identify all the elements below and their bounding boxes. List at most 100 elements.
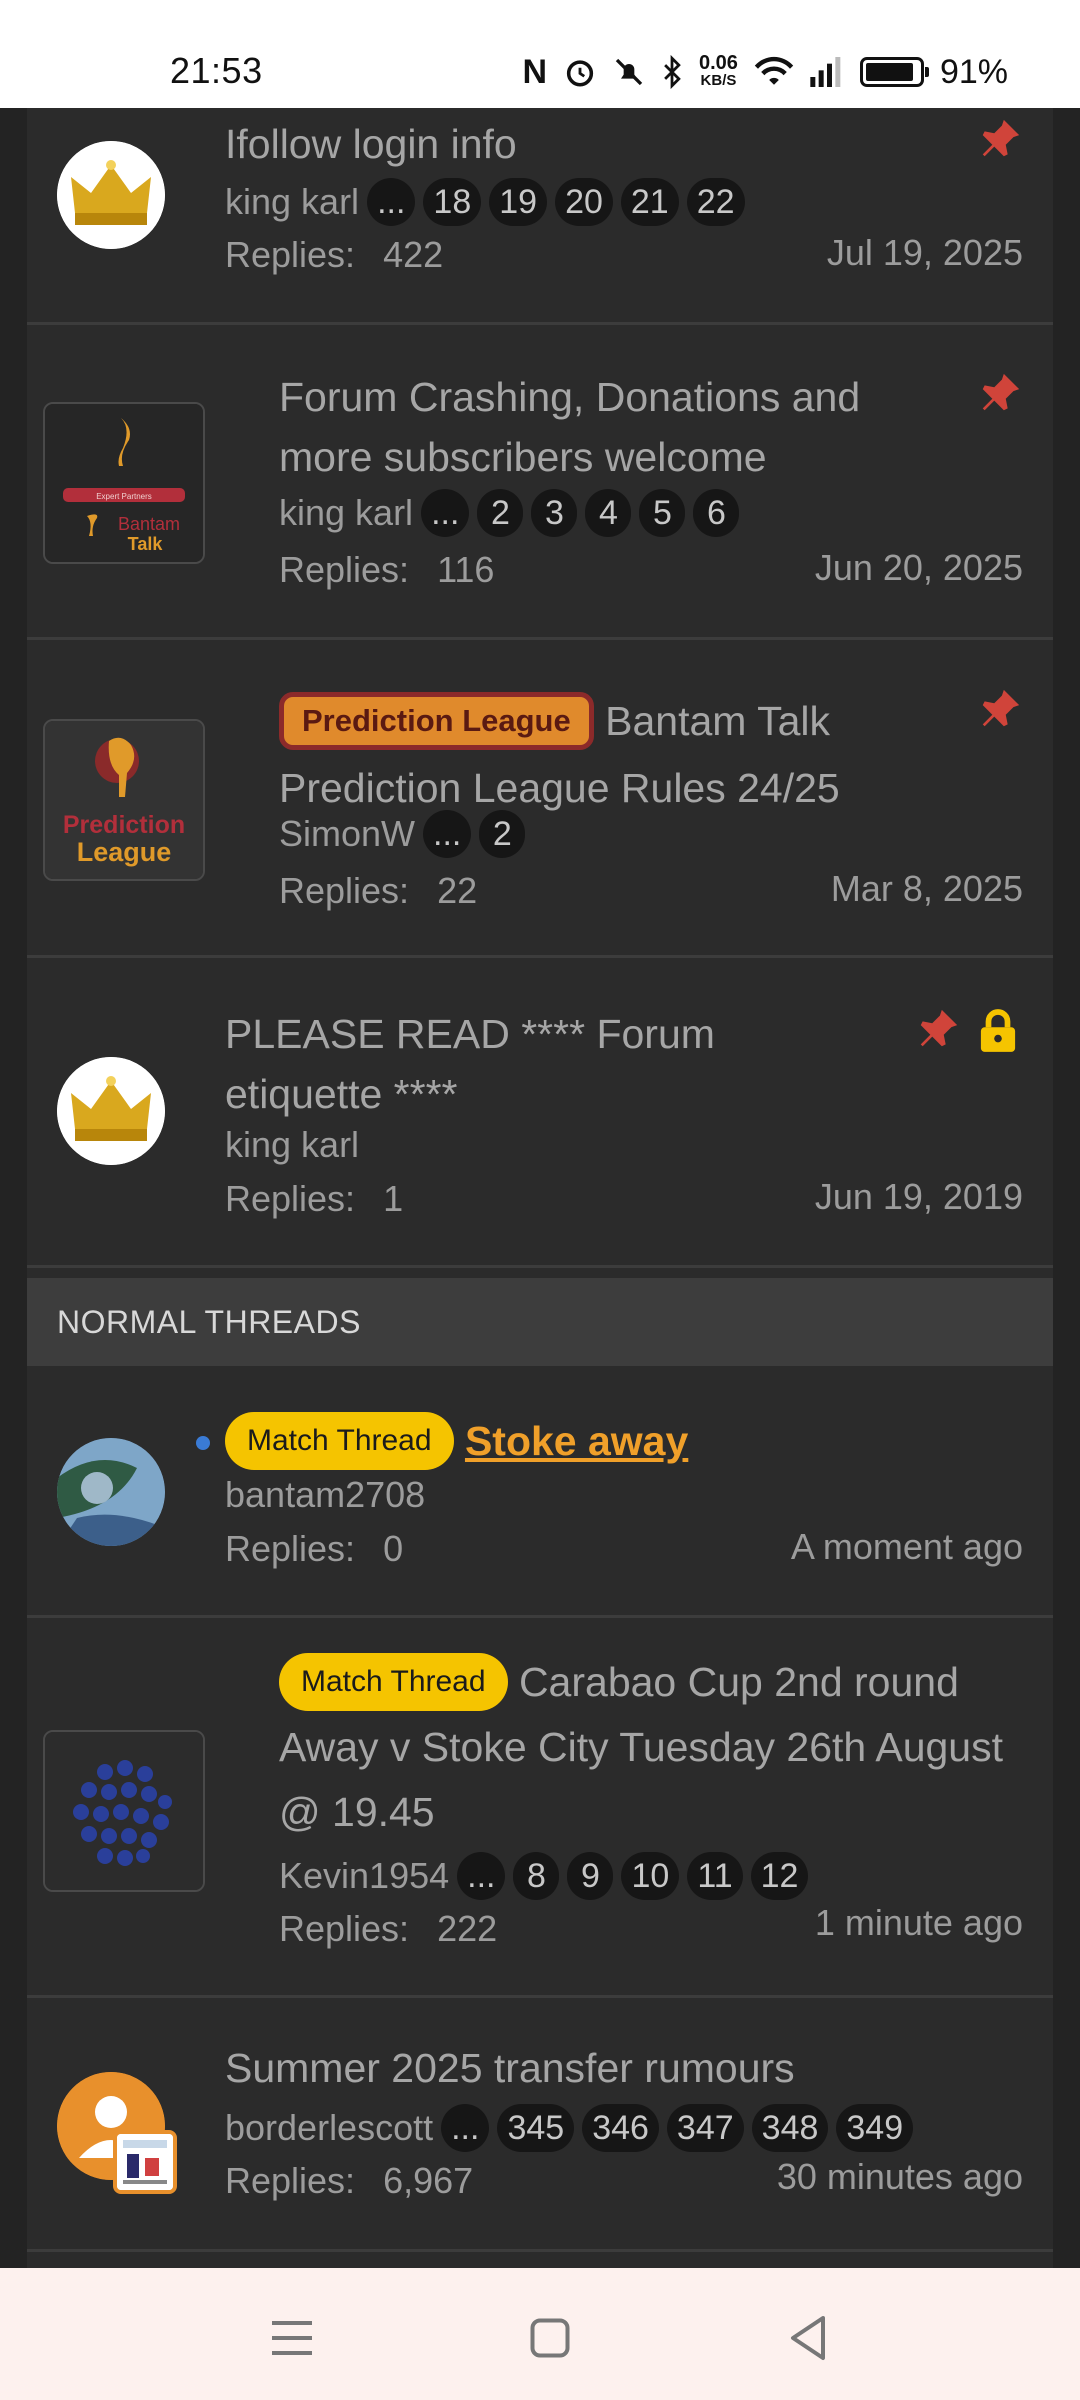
- thread-item[interactable]: Ifollow login info king karl ... 18 19 2…: [27, 108, 1053, 325]
- page-link[interactable]: 21: [620, 178, 679, 226]
- thread-item[interactable]: Expert Partners Bantam Talk Forum Crashi…: [27, 325, 1053, 640]
- page-link[interactable]: 2: [479, 810, 526, 858]
- thread-meta: borderlescott ... 345 346 347 348 349: [225, 2104, 914, 2152]
- thread-replies: Replies: 0: [225, 1528, 404, 1569]
- thread-title[interactable]: Forum Crashing, Donations and more subsc…: [279, 367, 959, 487]
- thread-date[interactable]: 1 minute ago: [815, 1902, 1023, 1944]
- page-link[interactable]: 5: [639, 489, 686, 537]
- thread-title[interactable]: Summer 2025 transfer rumours: [225, 2038, 795, 2098]
- thread-replies: Replies: 22: [279, 870, 478, 911]
- page-link[interactable]: 8: [513, 1852, 560, 1900]
- page-link[interactable]: 346: [582, 2104, 659, 2152]
- avatar-text: Talk: [128, 534, 164, 554]
- mute-icon: [615, 58, 643, 86]
- battery-icon: [859, 57, 929, 87]
- thread-author[interactable]: king karl: [225, 1124, 359, 1166]
- prefix-tag[interactable]: Match Thread: [279, 1653, 508, 1712]
- bluetooth-icon: [664, 55, 681, 89]
- thread-title[interactable]: Match Thread Carabao Cup 2nd round Away …: [279, 1648, 1039, 1844]
- thread-date[interactable]: Jun 19, 2019: [815, 1176, 1023, 1218]
- page-link[interactable]: 20: [555, 178, 613, 226]
- thread-meta: king karl: [225, 1124, 359, 1166]
- page-jump[interactable]: ...: [423, 810, 472, 858]
- lock-icon: [980, 1009, 1016, 1052]
- page-link[interactable]: 3: [531, 489, 578, 537]
- menu-icon[interactable]: [262, 2308, 322, 2368]
- page-jump[interactable]: ...: [367, 178, 416, 226]
- page-link[interactable]: 6: [693, 489, 740, 537]
- page-link[interactable]: 348: [751, 2104, 829, 2152]
- page-jump[interactable]: ...: [441, 2104, 490, 2152]
- avatar-bantam-talk[interactable]: Expert Partners Bantam Talk: [43, 402, 205, 564]
- system-nav-bar: [0, 2268, 1080, 2400]
- battery-percent: 91%: [939, 52, 1008, 91]
- thread-author[interactable]: king karl: [279, 492, 413, 534]
- avatar-text: League: [77, 837, 172, 867]
- page-link[interactable]: 349: [836, 2104, 914, 2152]
- prefix-tag[interactable]: Prediction League: [279, 692, 594, 751]
- network-speed: 0.06 KB/S: [699, 52, 738, 89]
- page-jump[interactable]: ...: [421, 489, 470, 537]
- thread-replies: Replies: 6,967: [225, 2160, 474, 2201]
- wifi-icon: [754, 56, 794, 85]
- page-link[interactable]: 19: [489, 178, 548, 226]
- avatar-text: Bantam: [118, 514, 180, 534]
- prefix-tag[interactable]: Match Thread: [225, 1412, 454, 1471]
- thread-meta: king karl ... 18 19 20 21 22: [225, 178, 745, 226]
- thread-title-text[interactable]: Stoke away: [465, 1418, 688, 1464]
- avatar-text: Expert Partners: [96, 492, 152, 501]
- thread-author[interactable]: Kevin1954: [279, 1855, 449, 1897]
- thread-meta: SimonW ... 2: [279, 810, 526, 858]
- page-link[interactable]: 345: [497, 2104, 575, 2152]
- avatar-crown[interactable]: [57, 141, 165, 249]
- avatar-prediction-league[interactable]: Prediction League: [43, 719, 205, 881]
- page-link[interactable]: 12: [750, 1852, 809, 1900]
- nfc-icon: N: [522, 52, 547, 91]
- avatar-kevin[interactable]: [43, 1730, 205, 1892]
- thread-item[interactable]: Prediction League Prediction League Bant…: [27, 640, 1053, 958]
- avatar-user[interactable]: [57, 1438, 165, 1546]
- thread-title[interactable]: Ifollow login info: [225, 114, 517, 174]
- thread-author[interactable]: king karl: [225, 181, 359, 223]
- page-link[interactable]: 9: [567, 1852, 614, 1900]
- page-link[interactable]: 4: [585, 489, 632, 537]
- thread-author[interactable]: SimonW: [279, 813, 415, 855]
- page-link[interactable]: 347: [666, 2104, 744, 2152]
- thread-item[interactable]: Match Thread Stoke away bantam2708 Repli…: [27, 1366, 1053, 1618]
- status-time: 21:53: [170, 50, 263, 91]
- thread-date[interactable]: 30 minutes ago: [777, 2156, 1023, 2198]
- page-link[interactable]: 22: [686, 178, 745, 226]
- thread-date[interactable]: Jul 19, 2025: [827, 232, 1023, 274]
- page-link[interactable]: 2: [477, 489, 524, 537]
- page-link[interactable]: 18: [423, 178, 482, 226]
- thread-date[interactable]: Jun 20, 2025: [815, 547, 1023, 589]
- signal-icon: [810, 57, 841, 87]
- thread-item[interactable]: Summer 2025 transfer rumours borderlesco…: [27, 1998, 1053, 2252]
- thread-item[interactable]: PLEASE READ **** Forum etiquette **** ki…: [27, 958, 1053, 1268]
- avatar-badge: [113, 2130, 177, 2194]
- pin-icon: [982, 119, 1020, 157]
- thread-replies: Replies: 422: [225, 234, 444, 275]
- page-link[interactable]: 11: [687, 1852, 743, 1900]
- thread-date[interactable]: Mar 8, 2025: [831, 868, 1023, 910]
- thread-title[interactable]: Match Thread Stoke away: [225, 1406, 688, 1473]
- thread-title[interactable]: PLEASE READ **** Forum etiquette ****: [225, 1004, 785, 1124]
- status-icons: N 0.06 KB/S 91%: [522, 50, 1008, 94]
- pin-icon: [920, 1009, 958, 1047]
- thread-replies: Replies: 1: [225, 1178, 404, 1219]
- thread-author[interactable]: bantam2708: [225, 1474, 425, 1516]
- thread-author[interactable]: borderlescott: [225, 2107, 433, 2149]
- back-icon[interactable]: [778, 2308, 838, 2368]
- avatar-crown[interactable]: [57, 1057, 165, 1165]
- thread-date[interactable]: A moment ago: [791, 1526, 1023, 1568]
- thread-title[interactable]: Prediction League Bantam Talk Prediction…: [279, 686, 959, 820]
- pin-icon: [982, 689, 1020, 727]
- thread-item[interactable]: Match Thread Carabao Cup 2nd round Away …: [27, 1618, 1053, 1998]
- page-jump[interactable]: ...: [457, 1852, 506, 1900]
- page-link[interactable]: 10: [621, 1852, 680, 1900]
- thread-replies: Replies: 222: [279, 1908, 498, 1949]
- home-icon[interactable]: [520, 2308, 580, 2368]
- alarm-icon: [566, 60, 594, 87]
- thread-replies: Replies: 116: [279, 549, 495, 590]
- thread-meta: king karl ... 2 3 4 5 6: [279, 489, 740, 537]
